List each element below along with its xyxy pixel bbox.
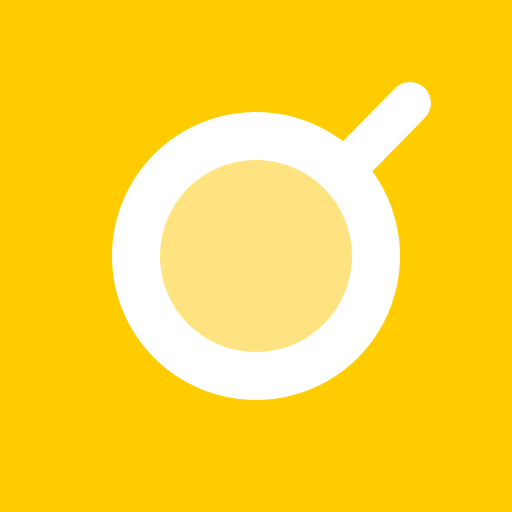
coffee-cup-top-view-icon	[0, 0, 512, 512]
cup-liquid	[160, 160, 352, 352]
app-icon	[0, 0, 512, 512]
